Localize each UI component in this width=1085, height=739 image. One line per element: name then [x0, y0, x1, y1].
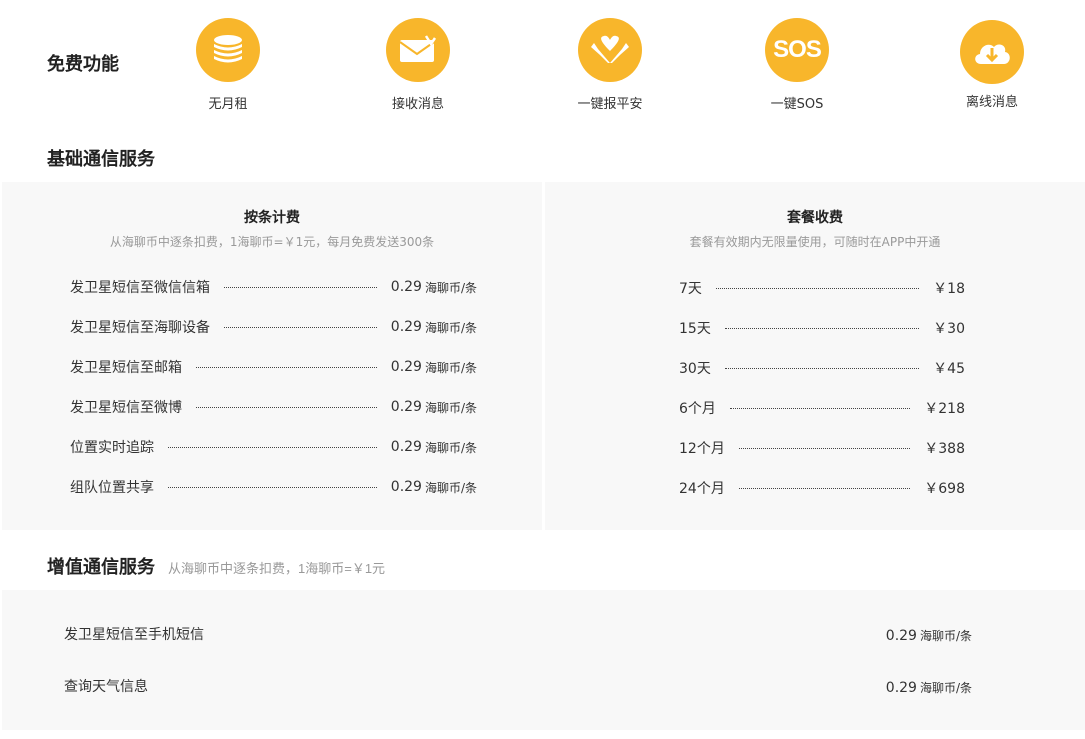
- package-duration: 15天: [679, 321, 711, 337]
- feature-receive-message: 接收消息: [358, 18, 478, 112]
- package-price: ￥45: [933, 361, 965, 377]
- service-price: 0.29: [390, 439, 422, 455]
- feature-sos: SOS 一键SOS: [737, 18, 857, 112]
- service-price: 0.29: [390, 359, 422, 375]
- list-item: 发卫星短信至微博 0.29 海聊币/条: [70, 397, 477, 417]
- package-price: ￥218: [924, 401, 965, 417]
- price-unit: 海聊币/条: [424, 440, 477, 455]
- envelope-icon: [386, 18, 450, 82]
- dotted-leader: [196, 366, 377, 368]
- list-item: 24个月 ￥698: [679, 478, 965, 498]
- list-item: 15天 ￥30: [679, 318, 965, 338]
- feature-no-monthly-fee: 无月租: [168, 18, 288, 112]
- package-title: 套餐收费: [787, 210, 843, 226]
- service-name: 发卫星短信至海聊设备: [70, 320, 210, 336]
- price-unit: 海聊币/条: [424, 360, 477, 375]
- list-item: 发卫星短信至邮箱 0.29 海聊币/条: [70, 357, 477, 377]
- feature-label: 一键报平安: [577, 97, 643, 112]
- package-duration: 24个月: [679, 481, 725, 497]
- service-price: 0.29: [390, 279, 422, 295]
- dotted-leader: [715, 287, 920, 289]
- price-group: 0.29 海聊币/条: [886, 677, 972, 696]
- service-price: 0.29: [390, 399, 422, 415]
- per-message-title: 按条计费: [244, 210, 300, 226]
- package-price: ￥30: [933, 321, 965, 337]
- service-name: 查询天气信息: [64, 679, 148, 695]
- price-unit: 海聊币/条: [424, 280, 477, 295]
- service-price: 0.29: [885, 627, 917, 644]
- coins-stack-icon: [196, 18, 260, 82]
- package-duration: 30天: [679, 361, 711, 377]
- feature-label: 一键SOS: [770, 97, 824, 112]
- list-item: 12个月 ￥388: [679, 438, 965, 458]
- service-name: 发卫星短信至手机短信: [64, 627, 204, 643]
- price-unit: 海聊币/条: [424, 400, 477, 415]
- service-price: 0.29: [390, 479, 422, 495]
- dotted-leader: [729, 407, 911, 409]
- list-item: 6个月 ￥218: [679, 398, 965, 418]
- price-unit: 海聊币/条: [424, 320, 477, 335]
- service-name: 发卫星短信至微博: [70, 400, 182, 416]
- dotted-leader: [168, 486, 377, 488]
- package-duration: 12个月: [679, 441, 725, 457]
- dotted-leader: [224, 326, 377, 328]
- list-item: 发卫星短信至微信信箱 0.29 海聊币/条: [70, 277, 477, 297]
- value-added-panel: 发卫星短信至手机短信 0.29 海聊币/条 查询天气信息 0.29 海聊币/条: [2, 590, 1085, 730]
- hands-heart-icon: [578, 18, 642, 82]
- package-duration: 6个月: [679, 401, 716, 417]
- list-item: 发卫星短信至手机短信 0.29 海聊币/条: [64, 624, 972, 644]
- price-unit: 海聊币/条: [919, 628, 972, 643]
- dotted-leader: [724, 367, 920, 369]
- feature-offline-message: 离线消息: [932, 20, 1052, 110]
- dotted-leader: [738, 487, 911, 489]
- package-subtitle: 套餐有效期内无限量使用，可随时在APP中开通: [689, 235, 941, 249]
- list-item: 发卫星短信至海聊设备 0.29 海聊币/条: [70, 317, 477, 337]
- price-unit: 海聊币/条: [919, 680, 972, 695]
- package-price: ￥18: [933, 281, 965, 297]
- dotted-leader: [724, 327, 920, 329]
- package-panel: 套餐收费 套餐有效期内无限量使用，可随时在APP中开通 7天 ￥18 15天 ￥…: [545, 182, 1085, 530]
- list-item: 30天 ￥45: [679, 358, 965, 378]
- dotted-leader: [738, 447, 911, 449]
- value-added-title: 增值通信服务: [47, 557, 155, 578]
- dotted-leader: [168, 446, 377, 448]
- list-item: 位置实时追踪 0.29 海聊币/条: [70, 437, 477, 457]
- service-name: 位置实时追踪: [70, 440, 154, 456]
- list-item: 7天 ￥18: [679, 278, 965, 298]
- sos-icon: SOS: [765, 18, 829, 82]
- feature-label: 接收消息: [391, 97, 444, 112]
- dotted-leader: [224, 286, 377, 288]
- value-added-note: 从海聊币中逐条扣费，1海聊币=￥1元: [168, 561, 386, 576]
- feature-label: 无月租: [208, 97, 248, 112]
- package-duration: 7天: [679, 281, 702, 297]
- list-item: 组队位置共享 0.29 海聊币/条: [70, 477, 477, 497]
- service-name: 发卫星短信至微信信箱: [70, 280, 210, 296]
- dotted-leader: [196, 406, 377, 408]
- price-unit: 海聊币/条: [424, 480, 477, 495]
- service-name: 发卫星短信至邮箱: [70, 360, 182, 376]
- price-group: 0.29 海聊币/条: [886, 625, 972, 644]
- service-name: 组队位置共享: [70, 480, 154, 496]
- feature-label: 离线消息: [965, 95, 1018, 110]
- per-message-subtitle: 从海聊币中逐条扣费，1海聊币=￥1元，每月免费发送300条: [109, 235, 435, 249]
- cloud-download-icon: [960, 20, 1024, 84]
- free-features-title: 免费功能: [47, 54, 119, 75]
- package-price: ￥388: [924, 441, 965, 457]
- package-price: ￥698: [924, 481, 965, 497]
- basic-service-title: 基础通信服务: [47, 149, 155, 170]
- service-price: 0.29: [885, 679, 917, 696]
- feature-report-safe: 一键报平安: [550, 18, 670, 112]
- service-price: 0.29: [390, 319, 422, 335]
- sos-icon-text: SOS: [773, 36, 822, 63]
- list-item: 查询天气信息 0.29 海聊币/条: [64, 676, 972, 696]
- per-message-panel: 按条计费 从海聊币中逐条扣费，1海聊币=￥1元，每月免费发送300条 发卫星短信…: [2, 182, 542, 530]
